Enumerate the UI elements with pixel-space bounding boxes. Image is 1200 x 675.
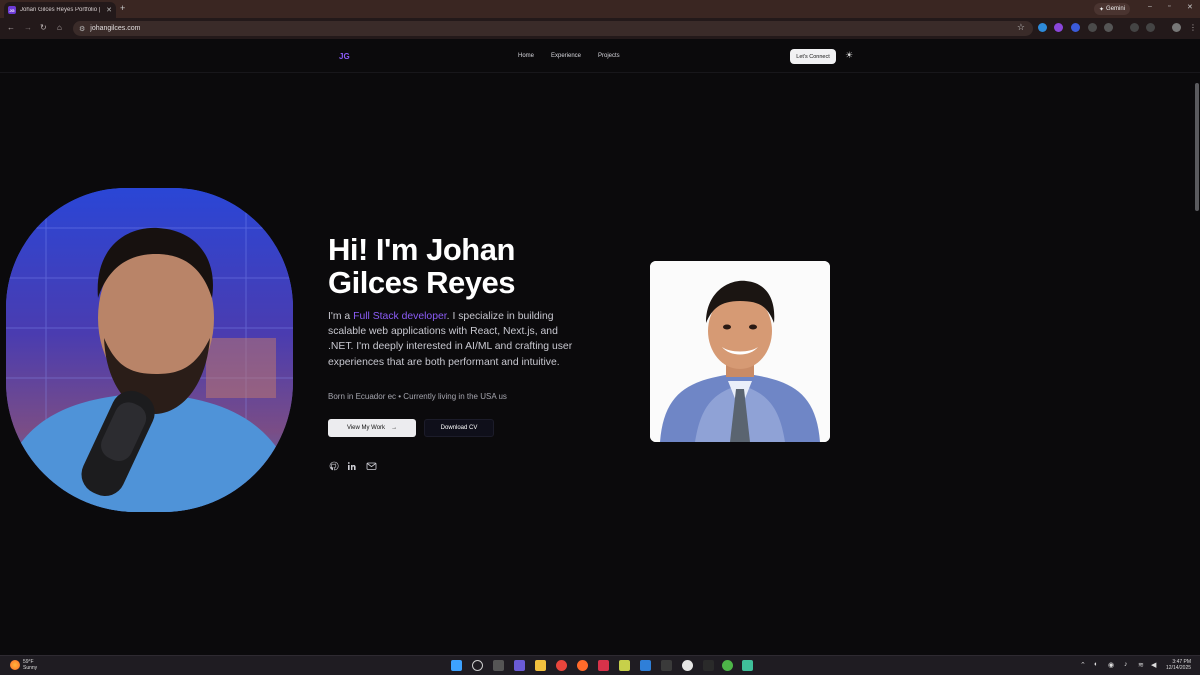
task-view-icon[interactable] — [493, 660, 504, 671]
close-tab-icon[interactable]: ✕ — [106, 6, 112, 14]
devtools-icon[interactable] — [1130, 23, 1139, 32]
tray-app-icon-1[interactable]: ◐ — [1094, 661, 1098, 668]
app-icon-1[interactable] — [598, 660, 609, 671]
nav-experience[interactable]: Experience — [551, 53, 581, 59]
vscode-icon[interactable] — [640, 660, 651, 671]
menu-kebab-icon[interactable]: ⋮ — [1189, 23, 1197, 32]
download-cv-button[interactable]: Download CV — [424, 419, 494, 437]
gemini-label: Gemini — [1106, 6, 1126, 12]
extension-icon-1[interactable] — [1038, 23, 1047, 32]
file-explorer-icon[interactable] — [535, 660, 546, 671]
view-my-work-button[interactable]: View My Work → — [328, 419, 416, 437]
new-tab-icon[interactable]: + — [120, 3, 125, 13]
chrome-alt-icon[interactable] — [722, 660, 733, 671]
nav-home[interactable]: Home — [518, 53, 534, 59]
nav-divider — [0, 72, 1200, 73]
url-text: johangilces.com — [90, 25, 141, 32]
tray-app-icon-2[interactable]: ◉ — [1108, 661, 1114, 669]
sparkle-icon: ✦ — [1099, 6, 1105, 13]
clock-date: 12/14/2025 — [1166, 665, 1192, 671]
hero-title: Hi! I'm Johan Gilces Reyes — [328, 232, 516, 300]
app-icon-2[interactable] — [619, 660, 630, 671]
profile-photo — [650, 261, 830, 442]
app-icon-5[interactable] — [742, 660, 753, 671]
side-panel-icon[interactable] — [1146, 23, 1155, 32]
maximize-icon[interactable]: ▫ — [1168, 3, 1170, 10]
tray-chevron-icon[interactable]: ⌃ — [1080, 661, 1086, 669]
extension-icon-4[interactable] — [1088, 23, 1097, 32]
teams-icon[interactable] — [514, 660, 525, 671]
chrome-icon[interactable] — [556, 660, 567, 671]
microphone-icon[interactable]: ♪ — [1124, 661, 1128, 668]
gemini-button[interactable]: ✦ Gemini — [1094, 3, 1131, 15]
mail-icon[interactable] — [365, 460, 377, 472]
terminal-icon[interactable] — [661, 660, 672, 671]
weather-widget[interactable]: 59°F Sunny — [10, 659, 37, 671]
favicon-icon: JG — [8, 6, 16, 14]
wifi-icon[interactable]: ≋ — [1138, 661, 1144, 669]
volume-icon[interactable]: ◀ — [1151, 661, 1156, 669]
extension-icon-3[interactable] — [1071, 23, 1080, 32]
view-work-label: View My Work — [346, 425, 386, 431]
address-bar[interactable]: ⚙ johangilces.com ☆ — [73, 21, 1033, 36]
search-icon[interactable] — [472, 660, 483, 671]
theme-toggle-sun-icon[interactable]: ☀ — [845, 50, 853, 61]
weather-condition: Sunny — [23, 665, 38, 671]
desc-prefix: I'm a — [328, 311, 354, 322]
profile-avatar-icon[interactable] — [1172, 23, 1181, 32]
site-info-icon[interactable]: ⚙ — [79, 25, 85, 33]
firefox-icon[interactable] — [577, 660, 588, 671]
page-scrollbar[interactable] — [1195, 83, 1199, 211]
linkedin-icon[interactable] — [346, 460, 358, 472]
browser-tab[interactable]: JG Johan Gilces Reyes Portfolio | F ✕ — [4, 2, 116, 18]
forward-icon[interactable]: → — [24, 23, 32, 32]
tab-title: Johan Gilces Reyes Portfolio | F — [20, 7, 103, 13]
lets-connect-button[interactable]: Let's Connect — [790, 49, 836, 64]
sun-weather-icon — [10, 660, 20, 670]
system-clock[interactable]: 3:47 PM 12/14/2025 — [1166, 659, 1191, 671]
back-icon[interactable]: ← — [7, 23, 15, 32]
app-icon-3[interactable] — [682, 660, 693, 671]
app-icon-4[interactable] — [703, 660, 714, 671]
hero-description: I'm a Full Stack developer. I specialize… — [328, 309, 586, 370]
close-window-icon[interactable]: ✕ — [1187, 3, 1193, 11]
hero-origin: Born in Ecuador ec • Currently living in… — [328, 392, 507, 401]
bookmark-star-icon[interactable]: ☆ — [1017, 22, 1025, 33]
taskbar: 59°F Sunny ⌃ ◐ ◉ ♪ ≋ ◀ 3:47 PM 12/14/202… — [0, 655, 1200, 675]
browser-tab-bar: JG Johan Gilces Reyes Portfolio | F ✕ + … — [0, 0, 1200, 18]
site-logo[interactable]: JG — [339, 52, 350, 61]
start-icon[interactable] — [451, 660, 462, 671]
nav-projects[interactable]: Projects — [598, 53, 620, 59]
arrow-right-icon: → — [391, 425, 398, 431]
home-icon[interactable]: ⌂ — [57, 23, 62, 32]
extensions-puzzle-icon[interactable] — [1104, 23, 1113, 32]
webcam-overlay — [6, 188, 293, 512]
github-icon[interactable] — [328, 460, 340, 472]
reload-icon[interactable]: ↻ — [40, 23, 47, 32]
desc-highlight: Full Stack developer — [353, 311, 447, 322]
browser-toolbar: ← → ↻ ⌂ ⚙ johangilces.com ☆ ⋮ — [0, 18, 1200, 39]
minimize-icon[interactable]: – — [1148, 3, 1152, 10]
extension-icon-2[interactable] — [1054, 23, 1063, 32]
